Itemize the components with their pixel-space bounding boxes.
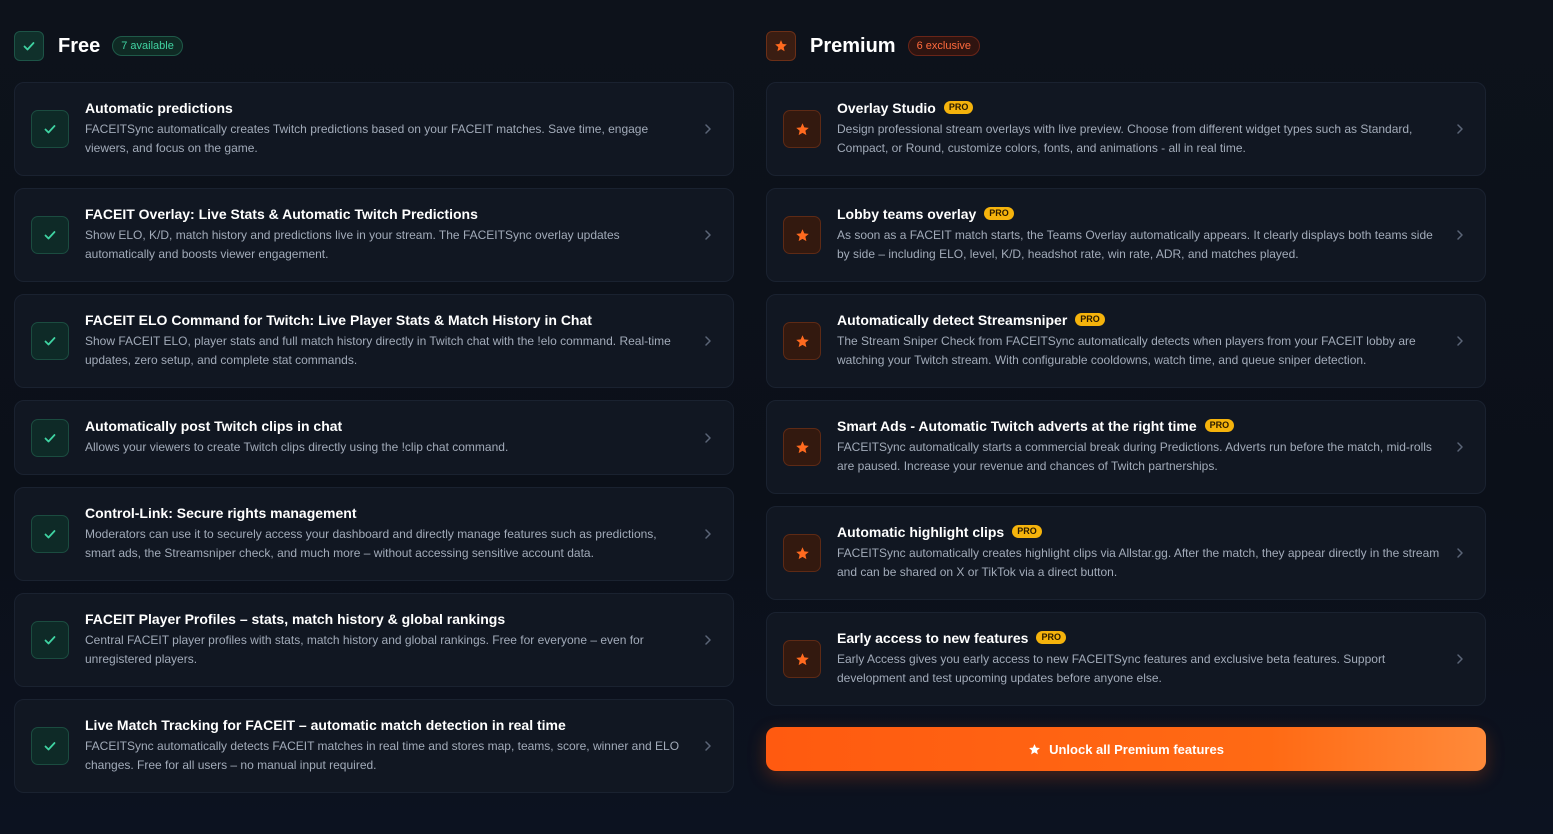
premium-feature-card[interactable]: Lobby teams overlay PRO As soon as a FACE… xyxy=(766,188,1486,282)
pro-badge: PRO xyxy=(1036,631,1066,644)
feature-title: Early access to new features xyxy=(837,629,1029,646)
free-header: Free 7 available xyxy=(14,30,734,62)
feature-description: Show ELO, K/D, match history and predict… xyxy=(85,227,620,262)
check-icon xyxy=(31,418,69,457)
feature-title-row: Smart Ads - Automatic Twitch adverts at … xyxy=(837,418,1441,434)
premium-header: Premium 6 exclusive xyxy=(766,30,1486,62)
feature-title: Automatically post Twitch clips in chat xyxy=(85,417,343,434)
feature-description: The Stream Sniper Check from FACEITSync … xyxy=(837,333,1416,368)
feature-description: As soon as a FACEIT match starts, the Te… xyxy=(837,227,1433,262)
check-icon xyxy=(31,515,69,553)
feature-title: Smart Ads - Automatic Twitch adverts at … xyxy=(837,417,1197,434)
feature-title-row: Lobby teams overlay PRO xyxy=(837,206,1441,222)
premium-feature-card[interactable]: Automatic highlight clips PRO FACEITSync … xyxy=(766,506,1486,600)
feature-description: Design professional stream overlays with… xyxy=(837,121,1413,156)
chevron-right-icon[interactable] xyxy=(701,334,715,348)
feature-description: FACEITSync automatically detects FACEIT … xyxy=(85,738,680,773)
chevron-right-icon[interactable] xyxy=(701,739,715,753)
free-column: Free 7 available Automatic predictions F… xyxy=(14,30,734,805)
feature-title: Automatic highlight clips xyxy=(837,523,1005,540)
unlock-premium-button[interactable]: Unlock all Premium features xyxy=(766,727,1486,771)
star-icon xyxy=(783,640,821,678)
premium-count-badge: 6 exclusive xyxy=(907,36,981,56)
star-icon xyxy=(766,31,796,61)
pro-badge: PRO xyxy=(984,207,1014,220)
premium-feature-card[interactable]: Overlay Studio PRO Design professional st… xyxy=(766,82,1486,176)
unlock-premium-label: Unlock all Premium features xyxy=(1049,741,1224,757)
feature-title-row: Automatic highlight clips PRO xyxy=(837,524,1441,540)
check-icon xyxy=(31,110,69,148)
feature-description: FACEITSync automatically starts a commer… xyxy=(837,439,1432,474)
feature-description: Early Access gives you early access to n… xyxy=(837,651,1386,686)
premium-feature-card[interactable]: Smart Ads - Automatic Twitch adverts at … xyxy=(766,400,1486,494)
chevron-right-icon[interactable] xyxy=(1453,334,1467,348)
feature-title: FACEIT ELO Command for Twitch: Live Play… xyxy=(85,311,592,328)
free-feature-card[interactable]: FACEIT ELO Command for Twitch: Live Play… xyxy=(14,294,734,388)
pro-badge: PRO xyxy=(943,101,974,114)
premium-feature-card[interactable]: Early access to new features PRO Early Ac… xyxy=(766,612,1486,706)
feature-title: Live Match Tracking for FACEIT – automat… xyxy=(85,716,566,733)
star-icon xyxy=(783,216,821,254)
chevron-right-icon[interactable] xyxy=(1453,652,1467,666)
chevron-right-icon[interactable] xyxy=(1453,440,1467,454)
star-icon xyxy=(1028,743,1041,756)
star-icon xyxy=(783,428,821,466)
chevron-right-icon[interactable] xyxy=(701,122,715,136)
star-icon xyxy=(783,110,821,148)
star-icon xyxy=(783,322,821,360)
chevron-right-icon[interactable] xyxy=(1453,228,1467,242)
feature-description: Show FACEIT ELO, player stats and full m… xyxy=(85,333,671,368)
feature-description: Central FACEIT player profiles with stat… xyxy=(85,632,644,667)
feature-title: FACEIT Overlay: Live Stats & Automatic T… xyxy=(85,205,478,222)
free-feature-card[interactable]: Live Match Tracking for FACEIT – automat… xyxy=(14,699,734,793)
chevron-right-icon[interactable] xyxy=(1453,122,1467,136)
pro-badge: PRO xyxy=(1012,525,1042,538)
chevron-right-icon[interactable] xyxy=(701,633,715,647)
pro-badge: PRO xyxy=(1204,419,1235,432)
feature-title: Automatically detect Streamsniper xyxy=(837,311,1068,328)
star-icon xyxy=(783,534,821,572)
feature-description: Moderators can use it to securely access… xyxy=(85,526,657,561)
check-icon xyxy=(14,31,44,61)
chevron-right-icon[interactable] xyxy=(701,431,715,445)
feature-title: Control-Link: Secure rights management xyxy=(85,504,357,521)
feature-title: Automatic predictions xyxy=(85,99,233,116)
premium-column: Premium 6 exclusive Overlay Studio PRO De… xyxy=(766,30,1486,718)
feature-title-row: Overlay Studio PRO xyxy=(837,100,1441,116)
chevron-right-icon[interactable] xyxy=(701,527,715,541)
feature-title-row: Automatically detect Streamsniper PRO xyxy=(837,312,1441,328)
premium-feature-card[interactable]: Automatically detect Streamsniper PRO The… xyxy=(766,294,1486,388)
free-feature-card[interactable]: FACEIT Overlay: Live Stats & Automatic T… xyxy=(14,188,734,282)
free-count-badge: 7 available xyxy=(112,36,183,56)
check-icon xyxy=(31,216,69,254)
feature-title: FACEIT Player Profiles – stats, match hi… xyxy=(85,610,506,627)
free-feature-card[interactable]: FACEIT Player Profiles – stats, match hi… xyxy=(14,593,734,687)
free-feature-card[interactable]: Automatically post Twitch clips in chat … xyxy=(14,400,734,475)
free-feature-card[interactable]: Automatic predictions FACEITSync automat… xyxy=(14,82,734,176)
premium-title: Premium xyxy=(810,34,896,57)
free-title: Free xyxy=(58,34,101,57)
feature-description: FACEITSync automatically creates Twitch … xyxy=(85,121,649,156)
chevron-right-icon[interactable] xyxy=(701,228,715,242)
pro-badge: PRO xyxy=(1075,313,1105,326)
chevron-right-icon[interactable] xyxy=(1453,546,1467,560)
free-feature-card[interactable]: Control-Link: Secure rights management M… xyxy=(14,487,734,581)
feature-title: Lobby teams overlay xyxy=(837,205,977,222)
check-icon xyxy=(31,727,69,765)
check-icon xyxy=(31,621,69,659)
feature-title-row: Early access to new features PRO xyxy=(837,630,1441,646)
feature-description: Allows your viewers to create Twitch cli… xyxy=(85,439,509,454)
check-icon xyxy=(31,322,69,360)
feature-description: FACEITSync automatically creates highlig… xyxy=(837,545,1440,580)
feature-title: Overlay Studio xyxy=(837,99,936,116)
